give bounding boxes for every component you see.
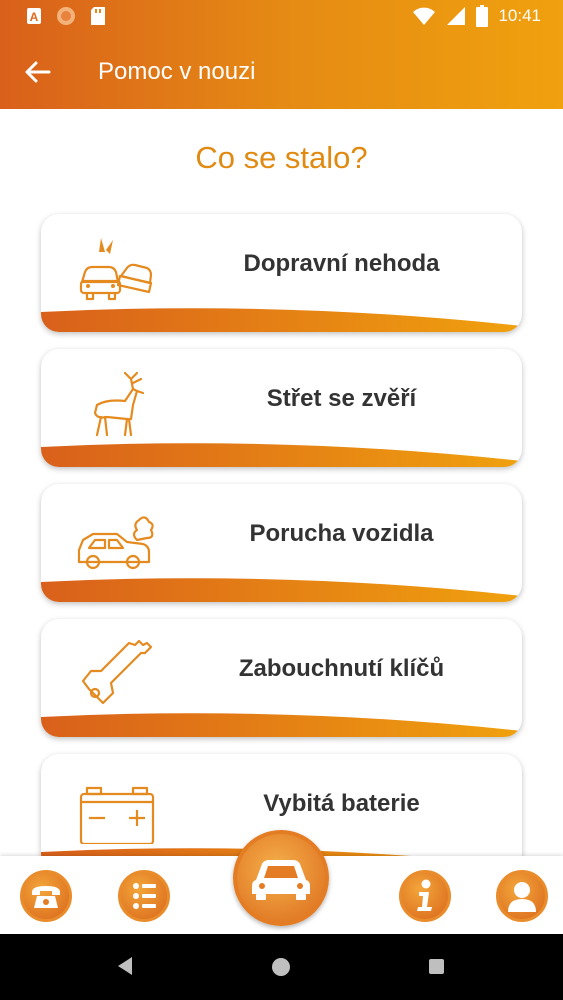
info-button[interactable]: [399, 870, 451, 922]
info-icon: [417, 879, 432, 911]
car-assistance-button[interactable]: [233, 830, 329, 926]
car-crash-icon: [79, 238, 153, 301]
list-icon: [133, 883, 156, 909]
wifi-icon: [413, 7, 436, 25]
phone-icon: [32, 886, 60, 908]
status-system: 10:41: [412, 5, 541, 27]
status-bar: A 10:41: [0, 0, 563, 34]
card-wave: [41, 713, 522, 737]
clock: 10:41: [498, 6, 541, 25]
option-label: Střet se zvěří: [266, 385, 417, 412]
back-button[interactable]: [18, 52, 58, 92]
a-notification-icon: A: [27, 8, 41, 24]
car-icon: [252, 860, 310, 900]
card-wave: [41, 443, 522, 467]
broken-car-icon: [77, 516, 154, 570]
system-home-icon[interactable]: [272, 958, 290, 976]
option-label: Porucha vozidla: [249, 520, 434, 547]
signal-icon: [447, 7, 466, 25]
app-bar: Pomoc v nouzi: [0, 34, 563, 109]
card-wave: [41, 578, 522, 602]
option-label: Dopravní nehoda: [243, 250, 440, 277]
sd-card-icon: [91, 7, 105, 25]
circle-notification-icon: [57, 7, 75, 25]
battery-icon: [476, 5, 489, 27]
option-card-vehicle-breakdown[interactable]: Porucha vozidla: [41, 484, 522, 602]
deer-icon: [93, 371, 145, 437]
option-label: Zabouchnutí klíčů: [238, 655, 445, 682]
system-navigation-bar: [0, 934, 563, 1000]
profile-icon: [508, 882, 536, 912]
arrow-left-icon: [25, 61, 51, 83]
option-card-traffic-accident[interactable]: Dopravní nehoda: [41, 214, 522, 332]
system-back-icon[interactable]: [116, 956, 134, 976]
key-icon: [81, 639, 153, 705]
system-recents-icon[interactable]: [429, 959, 444, 974]
status-notifications: A: [26, 6, 106, 26]
battery-icon: [79, 786, 155, 844]
option-card-animal-collision[interactable]: Střet se zvěří: [41, 349, 522, 467]
option-label: Vybitá baterie: [263, 790, 420, 817]
svg-text:A: A: [30, 10, 39, 24]
profile-button[interactable]: [496, 870, 548, 922]
header: A 10:41 Pomoc v nouzi: [0, 0, 563, 109]
phone-button[interactable]: [20, 870, 72, 922]
card-wave: [41, 308, 522, 332]
headline: Co se stalo?: [195, 140, 368, 175]
list-button[interactable]: [118, 870, 170, 922]
screen: A 10:41 Pomoc v nouzi Co se stalo? Dopra…: [0, 0, 563, 1000]
page-title: Pomoc v nouzi: [98, 58, 256, 85]
option-card-locked-keys[interactable]: Zabouchnutí klíčů: [41, 619, 522, 737]
